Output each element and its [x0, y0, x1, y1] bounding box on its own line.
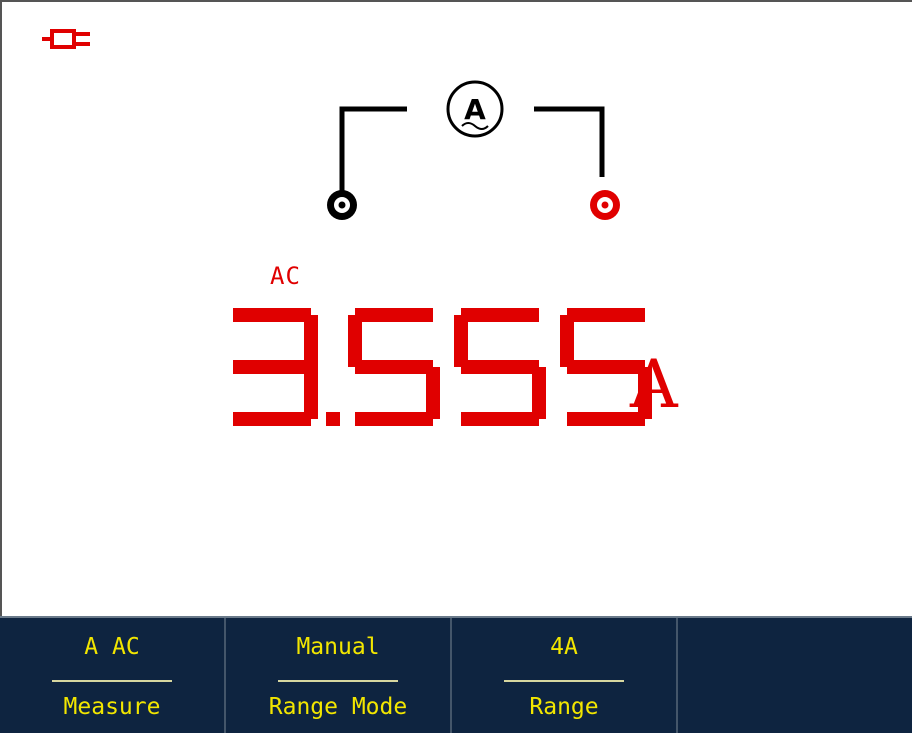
power-plug-icon	[42, 29, 90, 49]
probe-connection-diagram: A	[327, 80, 620, 220]
softkey-measure[interactable]: A AC Measure	[0, 618, 226, 733]
digit-segment	[348, 315, 362, 367]
softkey-range-mode-label: Range Mode	[268, 694, 408, 720]
digit-segment	[233, 308, 311, 322]
softkey-range-mode-value: Manual	[296, 634, 380, 660]
softkey-range-mode[interactable]: Manual Range Mode	[226, 618, 452, 733]
divider	[278, 680, 398, 682]
softkey-bar: A AC Measure Manual Range Mode 4A Range	[0, 616, 912, 733]
digit-segment	[426, 367, 440, 419]
softkey-range[interactable]: 4A Range	[452, 618, 678, 733]
ammeter-symbol: A	[464, 93, 486, 126]
digit-segment	[355, 412, 433, 426]
softkey-measure-value: A AC	[84, 634, 140, 660]
digit-segment	[304, 367, 318, 419]
reading-digit	[454, 308, 546, 426]
digit-segment	[355, 360, 433, 374]
digit-segment	[454, 315, 468, 367]
softkey-empty[interactable]	[678, 618, 912, 733]
reading-digit	[348, 308, 440, 426]
digit-segment	[560, 315, 574, 367]
digit-segment	[461, 308, 539, 322]
digit-segment	[567, 308, 645, 322]
divider	[52, 680, 172, 682]
digit-segment	[532, 367, 546, 419]
unit-label: A	[630, 346, 678, 423]
coupling-label: AC	[270, 262, 301, 290]
decimal-point	[326, 412, 340, 426]
digit-segment	[304, 315, 318, 367]
softkey-range-value: 4A	[550, 634, 578, 660]
divider	[504, 680, 624, 682]
input-terminal-icon	[590, 190, 620, 220]
reading-digit	[233, 308, 318, 426]
com-terminal-icon	[327, 190, 357, 220]
digit-segment	[461, 412, 539, 426]
digit-segment	[461, 360, 539, 374]
ammeter-clamp-icon: A	[446, 80, 504, 138]
softkey-measure-label: Measure	[63, 694, 161, 720]
softkey-range-label: Range	[529, 694, 599, 720]
digit-segment	[233, 360, 311, 374]
digit-segment	[233, 412, 311, 426]
digit-segment	[355, 308, 433, 322]
